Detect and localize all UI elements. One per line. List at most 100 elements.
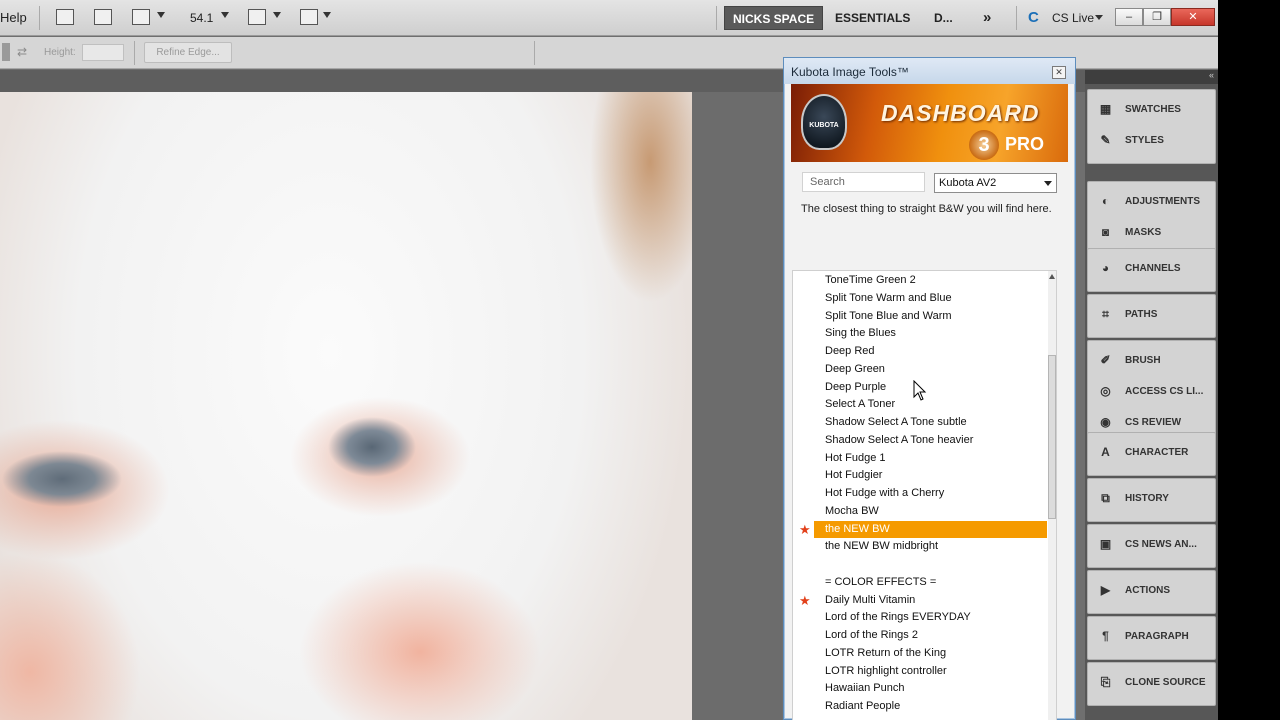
list-item[interactable] bbox=[814, 556, 1047, 573]
list-item[interactable]: Hot Fudge with a Cherry bbox=[814, 485, 1047, 502]
mini-bridge-icon[interactable] bbox=[94, 9, 112, 25]
list-item[interactable]: LOTR highlight controller bbox=[814, 663, 1047, 680]
pasteboard bbox=[692, 92, 782, 720]
mouse-cursor-icon bbox=[913, 380, 927, 401]
panel-group: ◐ ADJUSTMENTS ◙ MASKS bbox=[1087, 181, 1216, 256]
list-item[interactable]: Lord of the Rings EVERYDAY bbox=[814, 609, 1047, 626]
list-item[interactable]: Sing the Blues bbox=[814, 325, 1047, 342]
clone-source-icon: ⎘ bbox=[1100, 675, 1111, 689]
panel-label: CS NEWS AN... bbox=[1125, 539, 1197, 550]
panel-styles[interactable]: ✎ STYLES bbox=[1088, 125, 1217, 156]
screen-border bbox=[1218, 0, 1280, 720]
list-item[interactable]: Lord of the Rings 2 bbox=[814, 627, 1047, 644]
panel-masks[interactable]: ◙ MASKS bbox=[1088, 217, 1217, 248]
access-cs-live-icon: ◎ bbox=[1100, 384, 1111, 398]
panel-character[interactable]: A CHARACTER bbox=[1088, 437, 1217, 468]
collapse-dock-icon[interactable]: « bbox=[1209, 70, 1214, 80]
panel-paths[interactable]: ⌗ PATHS bbox=[1088, 299, 1217, 330]
minimize-button[interactable]: – bbox=[1115, 8, 1143, 26]
list-item[interactable]: Mocha BW bbox=[814, 503, 1047, 520]
list-item[interactable]: Deep Red bbox=[814, 343, 1047, 360]
kubota-panel-title[interactable]: Kubota Image Tools™ bbox=[784, 58, 1075, 84]
kubota-logo-text: KUBOTA bbox=[809, 122, 839, 129]
panel-access-cs-live[interactable]: ◎ ACCESS CS LI... bbox=[1088, 376, 1217, 407]
list-item[interactable]: Daily Multi Vitamin bbox=[814, 592, 1047, 609]
tool-preset-icon bbox=[2, 43, 10, 61]
list-item[interactable]: Deep Purple bbox=[814, 379, 1047, 396]
panel-swatches[interactable]: ▦ SWATCHES bbox=[1088, 94, 1217, 125]
chevron-down-icon bbox=[1044, 181, 1052, 186]
search-input[interactable]: Search bbox=[802, 172, 925, 192]
workspace-nicks-space[interactable]: NICKS SPACE bbox=[724, 6, 824, 30]
list-item[interactable]: Split Tone Warm and Blue bbox=[814, 290, 1047, 307]
panel-history[interactable]: ⧉ HISTORY bbox=[1088, 483, 1217, 514]
preset-list[interactable]: ToneTime Green 2 Split Tone Warm and Blue… bbox=[792, 270, 1057, 720]
list-item[interactable]: Hot Fudgier bbox=[814, 467, 1047, 484]
workspace-essentials[interactable]: ESSENTIALS bbox=[827, 6, 918, 30]
panel-label: ACCESS CS LI... bbox=[1125, 386, 1204, 397]
list-item[interactable]: Hot Fudge 1 bbox=[814, 450, 1047, 467]
scrollbar-thumb[interactable] bbox=[1048, 355, 1056, 519]
list-item[interactable]: ToneTime Green 2 bbox=[814, 272, 1047, 289]
kubota-logo: KUBOTA bbox=[795, 92, 853, 154]
preset-select[interactable]: Kubota AV2 bbox=[934, 173, 1057, 193]
height-field[interactable] bbox=[82, 44, 124, 61]
panel-group: A CHARACTER bbox=[1087, 432, 1216, 476]
preset-description: The closest thing to straight B&W you wi… bbox=[801, 203, 1052, 215]
character-icon: A bbox=[1101, 445, 1110, 459]
list-item[interactable]: Shadow Select A Tone heavier bbox=[814, 432, 1047, 449]
close-icon[interactable]: ✕ bbox=[1052, 66, 1066, 79]
chevron-down-icon[interactable] bbox=[273, 12, 281, 18]
workspace-overflow-button[interactable]: » bbox=[975, 6, 999, 30]
panel-label: CS REVIEW bbox=[1125, 417, 1182, 428]
panel-group: ¶ PARAGRAPH bbox=[1087, 616, 1216, 660]
chevron-down-icon[interactable] bbox=[157, 12, 165, 18]
list-item[interactable]: LOTR Return of the King bbox=[814, 645, 1047, 662]
view-extras-icon[interactable] bbox=[132, 9, 150, 25]
cs-live-menu[interactable]: CS Live bbox=[1052, 0, 1094, 36]
canvas-area[interactable] bbox=[0, 92, 782, 720]
brush-icon: ✐ bbox=[1100, 353, 1111, 367]
panel-clone-source[interactable]: ⎘ CLONE SOURCE bbox=[1088, 667, 1217, 698]
panel-paragraph[interactable]: ¶ PARAGRAPH bbox=[1088, 621, 1217, 652]
list-item[interactable]: Select A Toner bbox=[814, 396, 1047, 413]
list-item[interactable]: Split Tone Blue and Warm bbox=[814, 308, 1047, 325]
scroll-up-icon[interactable] bbox=[1049, 274, 1055, 279]
panel-group: ⧉ HISTORY bbox=[1087, 478, 1216, 522]
list-item[interactable]: Deep Green bbox=[814, 361, 1047, 378]
menu-help[interactable]: Help bbox=[0, 0, 27, 36]
history-icon: ⧉ bbox=[1101, 491, 1110, 505]
dashboard-wordmark: DASHBOARD bbox=[881, 100, 1040, 126]
close-button[interactable]: ✕ bbox=[1171, 8, 1215, 26]
list-item[interactable]: Hawaiian Punch bbox=[814, 680, 1047, 697]
list-item[interactable]: Radiant People bbox=[814, 698, 1047, 715]
list-item[interactable]: the NEW BW bbox=[814, 520, 1047, 538]
screen-mode-icon[interactable] bbox=[300, 9, 318, 25]
panel-actions[interactable]: ▶ ACTIONS bbox=[1088, 575, 1217, 606]
favorite-star-icon: ★ bbox=[799, 592, 811, 608]
refine-edge-button[interactable]: Refine Edge... bbox=[144, 42, 232, 63]
chevron-down-icon[interactable] bbox=[221, 12, 229, 18]
restore-button[interactable]: ❐ bbox=[1143, 8, 1171, 26]
document-image[interactable] bbox=[0, 92, 692, 720]
scrollbar[interactable] bbox=[1048, 271, 1056, 720]
arrange-documents-icon[interactable] bbox=[248, 9, 266, 25]
panel-brush[interactable]: ✐ BRUSH bbox=[1088, 345, 1217, 376]
workspace-design[interactable]: D... bbox=[926, 6, 961, 30]
chevron-down-icon[interactable] bbox=[1095, 15, 1103, 20]
panel-label: CLONE SOURCE bbox=[1125, 677, 1206, 688]
kubota-panel: Kubota Image Tools™ ✕ KUBOTA DASHBOARD 3… bbox=[783, 57, 1076, 720]
list-item[interactable]: Shadow Select A Tone subtle bbox=[814, 414, 1047, 431]
dock-header: « bbox=[1085, 70, 1218, 84]
zoom-level[interactable]: 54.1 bbox=[190, 0, 213, 36]
panel-channels[interactable]: ◕ CHANNELS bbox=[1088, 253, 1217, 284]
separator bbox=[716, 6, 717, 30]
list-item[interactable]: the NEW BW midbright bbox=[814, 538, 1047, 555]
chevron-down-icon[interactable] bbox=[323, 12, 331, 18]
bridge-icon[interactable] bbox=[56, 9, 74, 25]
preset-select-value: Kubota AV2 bbox=[939, 177, 997, 189]
panel-adjustments[interactable]: ◐ ADJUSTMENTS bbox=[1088, 186, 1217, 217]
panel-cs-news[interactable]: ▣ CS NEWS AN... bbox=[1088, 529, 1217, 560]
panel-group: ✐ BRUSH ◎ ACCESS CS LI... ◉ CS REVIEW bbox=[1087, 340, 1216, 446]
list-item[interactable]: = COLOR EFFECTS = bbox=[814, 574, 1047, 591]
